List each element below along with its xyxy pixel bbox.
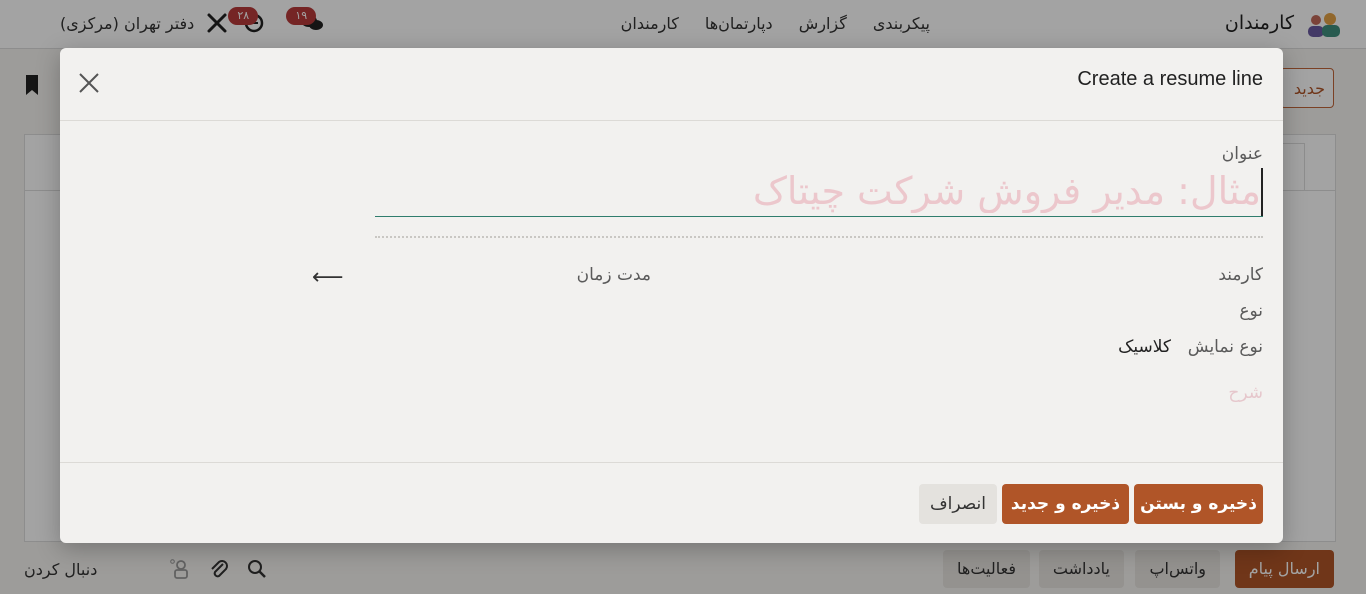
type-label: نوع [1239, 301, 1263, 321]
title-separator [375, 236, 1263, 238]
display-type-label: نوع نمایش [1187, 337, 1263, 357]
save-new-button[interactable]: ذخیره و جدید [1002, 484, 1129, 524]
resume-line-dialog: Create a resume line عنوان کارمند مدت زم… [60, 48, 1283, 543]
display-type-select[interactable]: کلاسیک [1118, 337, 1171, 357]
discard-button[interactable]: انصراف [919, 484, 997, 524]
dialog-title: Create a resume line [1077, 68, 1263, 90]
title-input[interactable] [375, 165, 1263, 217]
description-field[interactable]: شرح [1228, 383, 1263, 403]
close-icon[interactable] [76, 70, 102, 96]
title-label: عنوان [1221, 144, 1263, 164]
employee-label: کارمند [1218, 265, 1263, 285]
dialog-footer: ذخیره و بستن ذخیره و جدید انصراف [60, 462, 1283, 544]
text-cursor [1261, 168, 1263, 216]
dialog-header: Create a resume line [60, 48, 1283, 121]
save-close-button[interactable]: ذخیره و بستن [1134, 484, 1263, 524]
arrow-left-icon: ⟵ [312, 265, 344, 290]
duration-label: مدت زمان [576, 265, 651, 285]
